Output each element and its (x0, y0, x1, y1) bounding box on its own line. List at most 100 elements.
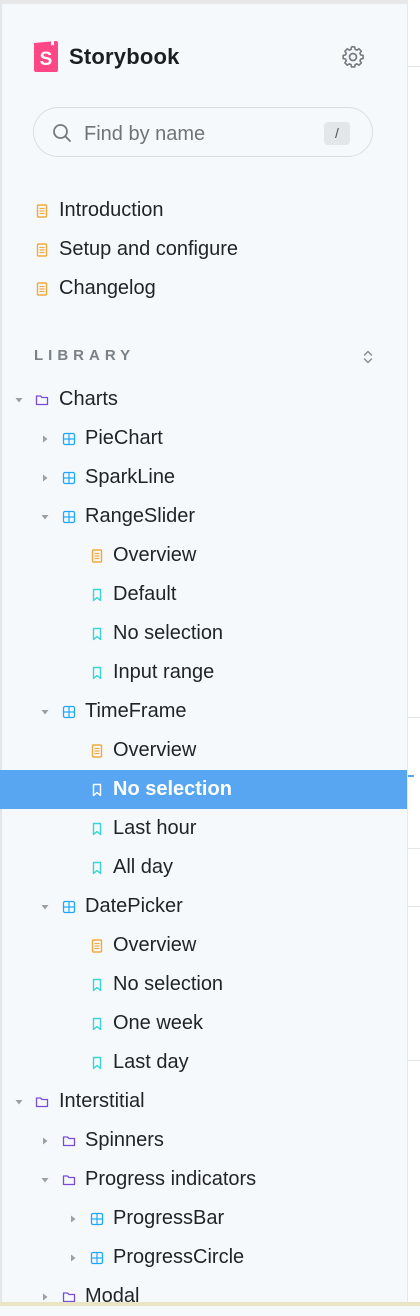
tree-item-component-sparkline[interactable]: SparkLine (0, 458, 407, 497)
tree-item-label: Overview (113, 544, 197, 566)
doc-link-changelog[interactable]: Changelog (0, 269, 407, 308)
tree-item-folder-progress-indicators[interactable]: Progress indicators (0, 1160, 407, 1199)
caret-right-icon[interactable] (68, 1214, 78, 1224)
doc-link-setup-and-configure[interactable]: Setup and configure (0, 230, 407, 269)
window-top-edge (0, 0, 420, 4)
tree-item-component-piechart[interactable]: PieChart (0, 419, 407, 458)
tree-item-doc-overview[interactable]: Overview (0, 536, 407, 575)
preview-divider (408, 848, 420, 849)
caret-down-icon[interactable] (40, 1175, 50, 1185)
tree-item-component-timeframe[interactable]: TimeFrame (0, 692, 407, 731)
bookmark-icon (92, 822, 102, 836)
bookmark-icon (92, 978, 102, 992)
search-box[interactable]: / (33, 107, 373, 157)
document-icon (91, 744, 103, 758)
preview-divider (408, 906, 420, 907)
tree-item-label: No selection (113, 973, 224, 995)
tree-item-label: ProgressBar (113, 1207, 225, 1229)
tree-item-component-progresscircle[interactable]: ProgressCircle (0, 1238, 407, 1277)
tree-item-label: No selection (113, 622, 224, 644)
tree-item-folder-modal[interactable]: Modal (0, 1277, 407, 1316)
component-icon (62, 471, 76, 485)
tree-item-story-all-day[interactable]: All day (0, 848, 407, 887)
component-icon (62, 432, 76, 446)
tree-item-story-no-selection[interactable]: No selection (0, 614, 407, 653)
document-icon (36, 243, 48, 257)
tree-item-story-no-selection[interactable]: No selection (0, 965, 407, 1004)
tree-item-folder-spinners[interactable]: Spinners (0, 1121, 407, 1160)
tree-item-label: Interstitial (59, 1090, 145, 1112)
storybook-logo-icon: S (34, 41, 58, 72)
caret-down-icon[interactable] (40, 707, 50, 717)
brand[interactable]: S Storybook (33, 40, 180, 73)
tree-item-doc-overview[interactable]: Overview (0, 731, 407, 770)
tree-item-label: TimeFrame (85, 700, 187, 722)
tree-item-label: DatePicker (85, 895, 183, 917)
tree-item-folder-charts[interactable]: Charts (0, 380, 407, 419)
tree-item-label: Last hour (113, 817, 197, 839)
folder-icon (62, 1136, 76, 1147)
collapse-expand-icon[interactable] (361, 348, 375, 366)
tree-item-story-last-hour[interactable]: Last hour (0, 809, 407, 848)
search-icon (53, 124, 71, 142)
tree-item-story-no-selection[interactable]: No selection (0, 770, 407, 809)
tree-item-label: Progress indicators (85, 1168, 257, 1190)
caret-down-icon[interactable] (14, 1097, 24, 1107)
tree-item-label: Spinners (85, 1129, 164, 1151)
tree-item-component-datepicker[interactable]: DatePicker (0, 887, 407, 926)
tree-item-label: RangeSlider (85, 505, 196, 527)
caret-down-icon[interactable] (40, 512, 50, 522)
bookmark-icon (92, 666, 102, 680)
tree-item-component-progressbar[interactable]: ProgressBar (0, 1199, 407, 1238)
tree-item-story-one-week[interactable]: One week (0, 1004, 407, 1043)
tree-item-label: Default (113, 583, 177, 605)
folder-icon (35, 1097, 49, 1108)
tree-item-label: Last day (113, 1051, 189, 1073)
bookmark-icon (92, 1056, 102, 1070)
tree-item-label: PieChart (85, 427, 163, 449)
tree-item-story-default[interactable]: Default (0, 575, 407, 614)
preview-divider (408, 66, 420, 67)
tree-item-label: SparkLine (85, 466, 176, 488)
component-icon (62, 510, 76, 524)
tree-item-folder-interstitial[interactable]: Interstitial (0, 1082, 407, 1121)
tree-item-story-last-day[interactable]: Last day (0, 1043, 407, 1082)
tree-item-label: Overview (113, 934, 197, 956)
component-icon (90, 1212, 104, 1226)
search-shortcut-key: / (324, 122, 350, 145)
caret-right-icon[interactable] (40, 434, 50, 444)
tree-item-label: ProgressCircle (113, 1246, 245, 1268)
bookmark-icon (92, 588, 102, 602)
preview-divider (408, 1060, 420, 1061)
doc-link-label: Setup and configure (59, 238, 239, 260)
svg-text:S: S (40, 49, 53, 70)
bookmark-icon (92, 627, 102, 641)
document-icon (91, 549, 103, 563)
tree-item-label: One week (113, 1012, 204, 1034)
tree-item-label: Overview (113, 739, 197, 761)
caret-down-icon[interactable] (40, 902, 50, 912)
component-icon (62, 705, 76, 719)
doc-link-label: Changelog (59, 277, 156, 299)
document-icon (36, 204, 48, 218)
tree-item-component-rangeslider[interactable]: RangeSlider (0, 497, 407, 536)
tree-item-label: Charts (59, 388, 118, 410)
caret-right-icon[interactable] (68, 1253, 78, 1263)
caret-down-icon[interactable] (14, 395, 24, 405)
tree-item-story-input-range[interactable]: Input range (0, 653, 407, 692)
tree-item-doc-overview[interactable]: Overview (0, 926, 407, 965)
tree-item-label: No selection (113, 778, 232, 800)
preview-divider (408, 717, 420, 718)
tree-item-label: All day (113, 856, 174, 878)
caret-right-icon[interactable] (40, 473, 50, 483)
tree-item-label: Input range (113, 661, 215, 683)
doc-link-introduction[interactable]: Introduction (0, 191, 407, 230)
preview-active-marker (408, 775, 414, 777)
caret-right-icon[interactable] (40, 1292, 50, 1302)
document-icon (91, 939, 103, 953)
settings-gear-icon[interactable] (340, 44, 366, 70)
caret-right-icon[interactable] (40, 1136, 50, 1146)
bookmark-icon (92, 1017, 102, 1031)
search-input[interactable] (82, 118, 306, 150)
component-icon (90, 1251, 104, 1265)
